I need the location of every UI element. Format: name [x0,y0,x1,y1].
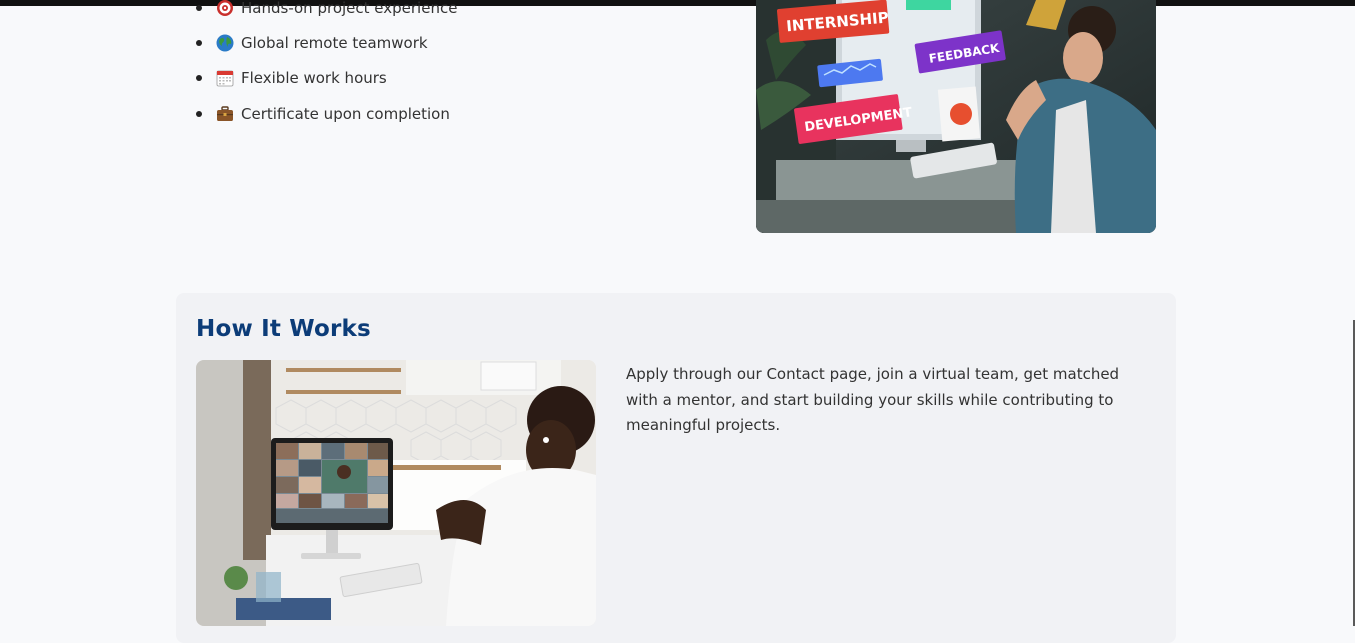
video-conference-photo-illustration [196,360,596,626]
bullet-dot [196,111,202,117]
how-it-works-section: How It Works Apply through our Contact p… [176,293,1176,643]
benefit-item-flexible: Flexible work hours [196,68,616,88]
benefit-label: Hands-on project experience [241,0,458,17]
benefit-item-certificate: Certificate upon completion [196,104,616,124]
target-icon [217,0,233,16]
section-heading: How It Works [196,316,371,342]
bullet-dot [196,5,202,11]
bullet-dot [196,75,202,81]
benefit-label: Flexible work hours [241,69,387,87]
internship-photo-illustration: INTERNSHIP FEEDBACK DEVELOPMENT [756,0,1156,233]
calendar-icon [216,70,234,87]
bullet-dot [196,40,202,46]
benefit-label: Certificate upon completion [241,105,450,123]
internship-hero-image: INTERNSHIP FEEDBACK DEVELOPMENT [756,0,1156,233]
how-it-works-description: Apply through our Contact page, join a v… [626,365,1120,434]
benefit-item-global: Global remote teamwork [196,33,616,53]
benefit-label: Global remote teamwork [241,34,428,52]
globe-icon [216,34,234,52]
briefcase-icon [217,106,233,121]
video-call-image [196,360,596,626]
benefit-item-hands-on: Hands-on project experience [196,0,616,18]
